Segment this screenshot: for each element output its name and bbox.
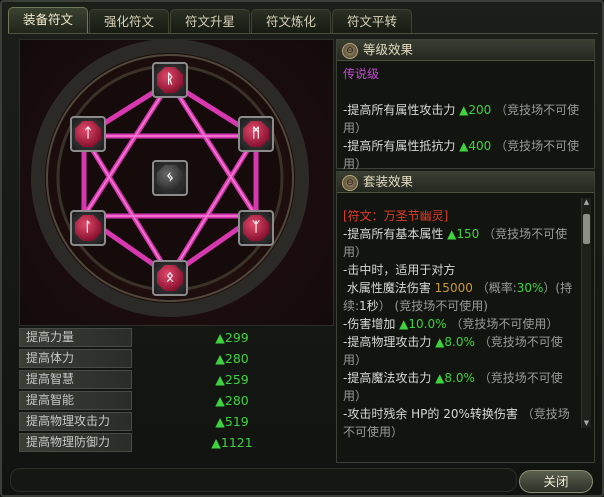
attribute-row: 提高力量 ▲299 [19, 327, 332, 348]
attribute-row: 提高智慧 ▲259 [19, 369, 332, 390]
set-effect-line: -提高物理攻击力 ▲8.0% （竞技场不可使用） [343, 335, 563, 367]
set-effect-line: -提高魔法攻击力 ▲8.0% （竞技场不可使用） [343, 371, 563, 403]
attribute-row: 提高物理攻击力 ▲519 [19, 411, 332, 432]
attribute-list: 提高力量 ▲299 提高体力 ▲280 提高智慧 ▲259 提高智能 ▲280 … [19, 327, 332, 453]
scroll-thumb[interactable] [583, 214, 590, 244]
set-effect-header[interactable]: ⊖ 套装效果 [337, 172, 594, 193]
tab-equip-rune[interactable]: 装备符文 [8, 7, 88, 34]
rune-slot-bottom[interactable]: ᛟ [152, 260, 188, 296]
attribute-name: 提高智慧 [19, 370, 132, 389]
attribute-row: 提高智能 ▲280 [19, 390, 332, 411]
set-effect-body: [符文：万圣节幽灵] -提高所有基本属性 ▲150 （竞技场不可使用） -击中时… [337, 193, 594, 445]
rune-slot-center[interactable]: ᛃ [152, 160, 188, 196]
attribute-value: ▲1121 [211, 435, 253, 450]
rune-window: 装备符文 强化符文 符文升星 符文炼化 符文平转 ᚱ ᛏ ᛗ ᛃ ᛚ ᛉ ᛟ 提… [0, 0, 604, 497]
set-effect-line: -伤害增加 ▲10.0% （竞技场不可使用） [343, 317, 559, 331]
attribute-value: ▲299 [215, 330, 249, 345]
attribute-name: 提高物理攻击力 [19, 412, 132, 431]
attribute-name: 提高体力 [19, 349, 132, 368]
collapse-icon[interactable]: ⊖ [342, 43, 358, 59]
attribute-value: ▲280 [215, 351, 249, 366]
set-effect-line: 水属性魔法伤害 15000 （概率:30%）(持续:1秒） (竞技场不可使用) [343, 281, 573, 313]
rune-slot-top[interactable]: ᚱ [152, 62, 188, 98]
attribute-name: 提高智能 [19, 391, 132, 410]
set-effect-line: -提高所有基本属性 ▲150 （竞技场不可使用） [343, 227, 568, 259]
scroll-up-icon[interactable]: ▲ [582, 198, 591, 207]
level-effect-line: -提高所有属性攻击力 ▲200 （竞技场不可使用） [343, 103, 580, 135]
tab-enhance-rune[interactable]: 强化符文 [89, 9, 169, 34]
attribute-name: 提高力量 [19, 328, 132, 347]
set-name: [符文：万圣节幽灵] [343, 209, 449, 223]
attribute-value: ▲259 [215, 372, 249, 387]
level-effect-line: -提高所有属性抵抗力 ▲400 （竞技场不可使用） [343, 139, 580, 171]
rune-slot-lower-left[interactable]: ᛚ [70, 210, 106, 246]
rune-slot-upper-left[interactable]: ᛏ [70, 116, 106, 152]
level-effect-panel: ⊖ 等级效果 传说级 -提高所有属性攻击力 ▲200 （竞技场不可使用） -提高… [336, 39, 595, 171]
level-effect-title: 等级效果 [363, 42, 414, 57]
rune-slot-upper-right[interactable]: ᛗ [238, 116, 274, 152]
rune-slot-lower-right[interactable]: ᛉ [238, 210, 274, 246]
attribute-name: 提高物理防御力 [19, 433, 132, 452]
attribute-value: ▲280 [215, 393, 249, 408]
level-effect-header[interactable]: ⊖ 等级效果 [337, 40, 594, 61]
set-effect-line: -击中时，适用于对方 [343, 263, 456, 277]
scroll-down-icon[interactable]: ▼ [582, 419, 591, 428]
level-effect-body: 传说级 -提高所有属性攻击力 ▲200 （竞技场不可使用） -提高所有属性抵抗力… [337, 61, 594, 177]
attribute-row: 提高体力 ▲280 [19, 348, 332, 369]
attribute-row: 提高物理防御力 ▲1121 [19, 432, 332, 453]
grade-label: 传说级 [343, 67, 380, 81]
rune-circle-area: ᚱ ᛏ ᛗ ᛃ ᛚ ᛉ ᛟ [19, 39, 334, 326]
set-effect-panel: ⊖ 套装效果 [符文：万圣节幽灵] -提高所有基本属性 ▲150 （竞技场不可使… [336, 171, 595, 463]
set-effect-title: 套装效果 [363, 174, 414, 189]
tab-rune-convert[interactable]: 符文平转 [332, 9, 412, 34]
close-button[interactable]: 关闭 [519, 470, 593, 493]
attribute-value: ▲519 [215, 414, 249, 429]
set-effect-line: -攻击时残余 HP的 20%转换伤害 （竞技场不可使用） [343, 407, 570, 439]
bottom-bar [10, 468, 517, 492]
collapse-icon[interactable]: ⊖ [342, 175, 358, 191]
tab-divider [8, 33, 598, 34]
tab-rune-upgrade-star[interactable]: 符文升星 [170, 9, 250, 34]
tab-rune-refine[interactable]: 符文炼化 [251, 9, 331, 34]
set-effect-scrollbar[interactable]: ▲ ▼ [581, 198, 591, 428]
tab-bar: 装备符文 强化符文 符文升星 符文炼化 符文平转 [8, 6, 412, 34]
